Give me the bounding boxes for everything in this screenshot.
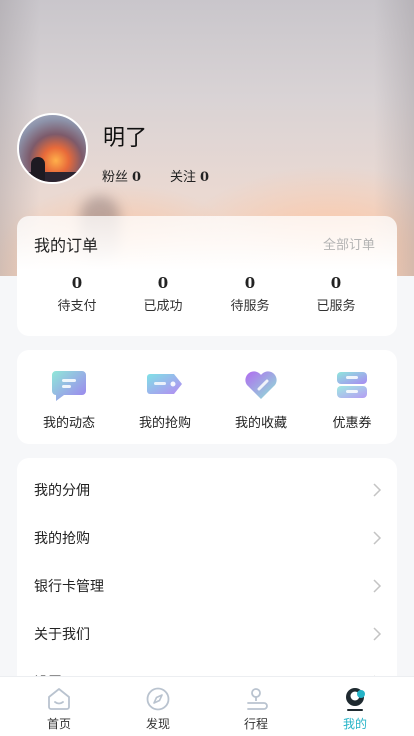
order-count: 0 <box>244 274 256 292</box>
chevron-right-icon <box>373 579 382 593</box>
order-count: 0 <box>71 274 83 292</box>
quick-label: 我的动态 <box>42 416 95 431</box>
fans-count: 0 <box>132 170 142 185</box>
tab-label: 发现 <box>145 717 170 731</box>
menu-item-flash-sales[interactable]: 我的抢购 <box>17 514 397 562</box>
all-orders-link[interactable]: 全部订单 <box>323 234 375 253</box>
tab-profile[interactable]: 我的 <box>315 685 395 732</box>
order-count: 0 <box>330 274 342 292</box>
menu-item-commission[interactable]: 我的分佣 <box>17 466 397 514</box>
menu-list: 我的分佣 我的抢购 银行卡管理 关于我们 设置 <box>17 458 397 698</box>
order-label: 待支付 <box>57 299 97 314</box>
order-label: 已成功 <box>143 299 183 314</box>
username: 明了 <box>103 126 148 151</box>
quick-coupons[interactable]: 优惠券 <box>307 368 397 431</box>
follow-stat[interactable]: 关注 0 <box>170 166 209 185</box>
tab-discover[interactable]: 发现 <box>118 685 198 732</box>
menu-label: 关于我们 <box>34 627 90 643</box>
tab-home[interactable]: 首页 <box>19 685 99 732</box>
tab-itinerary[interactable]: 行程 <box>216 685 296 732</box>
avatar[interactable] <box>17 113 88 184</box>
quick-label: 我的收藏 <box>234 416 287 431</box>
quick-label: 优惠券 <box>332 416 372 431</box>
quick-label: 我的抢购 <box>138 416 191 431</box>
menu-label: 我的分佣 <box>34 483 90 499</box>
quick-actions-card: 我的动态 我的抢购 我的收藏 优惠券 <box>17 350 397 444</box>
order-status-served[interactable]: 0 已服务 <box>293 274 379 314</box>
order-status-pending-service[interactable]: 0 待服务 <box>207 274 293 314</box>
fans-label: 粉丝 <box>102 170 129 185</box>
orders-card: 我的订单 全部订单 0 待支付 0 已成功 0 待服务 0 已服务 <box>17 216 397 336</box>
chevron-right-icon <box>373 483 382 497</box>
route-icon <box>247 688 268 710</box>
order-status-pending-payment[interactable]: 0 待支付 <box>34 274 120 314</box>
order-label: 已服务 <box>316 299 356 314</box>
chat-bubble-icon <box>52 371 86 401</box>
tab-label: 行程 <box>243 717 268 731</box>
follow-label: 关注 <box>170 170 197 185</box>
menu-item-bank-cards[interactable]: 银行卡管理 <box>17 562 397 610</box>
quick-my-favorites[interactable]: 我的收藏 <box>216 368 306 431</box>
order-status-succeeded[interactable]: 0 已成功 <box>120 274 206 314</box>
menu-label: 银行卡管理 <box>34 579 104 595</box>
tag-icon <box>147 374 182 394</box>
order-label: 待服务 <box>230 299 270 314</box>
bottom-tab-bar: 首页 发现 行程 我的 <box>0 676 414 736</box>
avatar-ground <box>19 172 86 182</box>
coupon-icon <box>337 372 367 398</box>
quick-my-posts[interactable]: 我的动态 <box>24 368 114 431</box>
follow-count: 0 <box>200 170 210 185</box>
quick-my-flash-sales[interactable]: 我的抢购 <box>120 368 210 431</box>
chevron-right-icon <box>373 531 382 545</box>
menu-label: 我的抢购 <box>34 531 90 547</box>
compass-icon <box>146 687 170 711</box>
avatar-person-silhouette <box>31 157 45 182</box>
tab-label: 首页 <box>46 717 71 731</box>
tab-label: 我的 <box>342 717 367 731</box>
menu-item-about-us[interactable]: 关于我们 <box>17 610 397 658</box>
orders-title: 我的订单 <box>34 236 99 255</box>
chevron-right-icon <box>373 627 382 641</box>
fans-stat[interactable]: 粉丝 0 <box>102 166 141 185</box>
heart-icon <box>245 371 277 399</box>
order-count: 0 <box>157 274 169 292</box>
profile-icon <box>346 688 365 711</box>
home-icon <box>48 688 70 710</box>
